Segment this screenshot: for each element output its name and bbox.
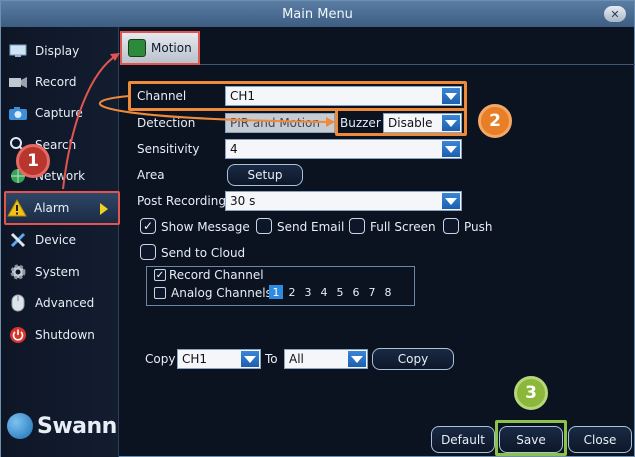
step-2-badge: 2 bbox=[478, 104, 512, 138]
step-3-badge: 3 bbox=[514, 376, 548, 410]
main-menu-window: Main Menu ✕ Display Record Capture Searc… bbox=[0, 0, 635, 457]
step-1-badge: 1 bbox=[16, 144, 50, 178]
